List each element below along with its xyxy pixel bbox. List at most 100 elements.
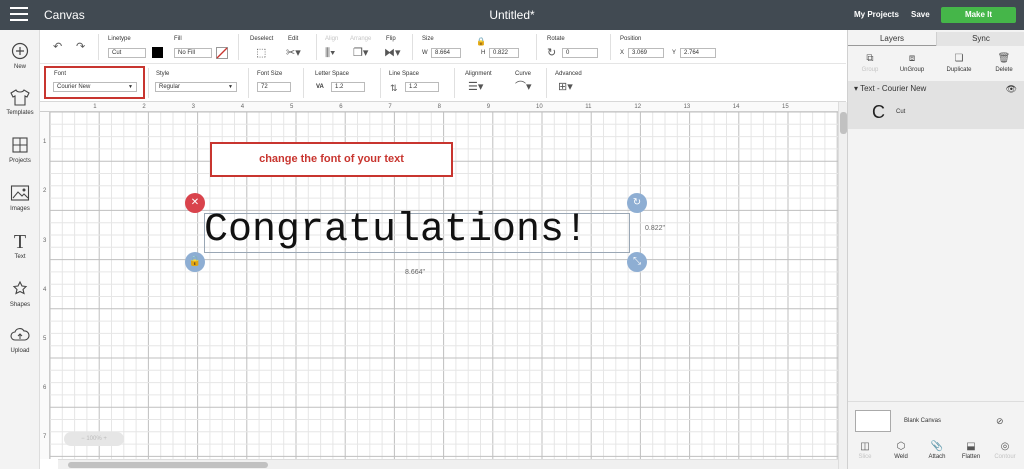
deselect-label: Deselect bbox=[250, 36, 274, 42]
fill-swatch-none-icon[interactable] bbox=[216, 47, 228, 59]
edit-label: Edit bbox=[288, 36, 299, 42]
resize-handle-icon[interactable]: ⤡ bbox=[627, 252, 647, 272]
ruler-tick-label: 2 bbox=[43, 188, 47, 195]
linetype-select[interactable]: Cut bbox=[108, 48, 146, 58]
edit-scissors-icon[interactable]: ✂▾ bbox=[286, 47, 301, 59]
align-left-icon[interactable]: ☰▾ bbox=[468, 81, 483, 93]
ruler-tick-label: 4 bbox=[240, 104, 245, 110]
undo-icon[interactable]: ↶ bbox=[53, 41, 62, 53]
weld-label: Weld bbox=[894, 454, 908, 460]
attach-label: Attach bbox=[928, 454, 946, 460]
width-label: W bbox=[422, 50, 428, 56]
canvas-text-object[interactable]: Congratulations! bbox=[204, 209, 630, 253]
style-label: Style bbox=[156, 71, 170, 77]
advanced-icon[interactable]: ⊞▾ bbox=[558, 81, 573, 93]
style-select[interactable]: Regular ▼ bbox=[155, 82, 237, 92]
fill-select[interactable]: No Fill bbox=[174, 48, 212, 58]
zoom-in-icon[interactable]: + bbox=[102, 436, 107, 442]
tab-layers[interactable]: Layers bbox=[848, 32, 936, 46]
attach-button[interactable]: 📎 Attach bbox=[920, 440, 954, 460]
layer-group-header[interactable]: ▾ Text - Courier New 👁 bbox=[848, 81, 1024, 97]
layer-item[interactable]: C Cut bbox=[848, 97, 1024, 129]
flatten-icon: ⬓ bbox=[966, 441, 976, 452]
delete-handle-icon[interactable]: ✕ bbox=[185, 193, 205, 213]
slice-button: ◫ Slice bbox=[848, 440, 882, 460]
weld-button[interactable]: ⬡ Weld bbox=[884, 440, 918, 460]
ruler-tick-label: 11 bbox=[585, 104, 592, 110]
line-space-input[interactable]: 1.2 bbox=[405, 82, 439, 92]
flatten-label: Flatten bbox=[961, 454, 981, 460]
ungroup-button[interactable]: ⧈ UnGroup bbox=[890, 52, 934, 73]
font-select[interactable]: Courier New ▼ bbox=[53, 82, 137, 92]
top-bar: Canvas Untitled* My Projects Save Make I… bbox=[0, 0, 1024, 30]
lock-handle-icon[interactable]: 🔒 bbox=[185, 252, 205, 272]
linetype-color-swatch[interactable] bbox=[152, 47, 163, 58]
slice-label: Slice bbox=[858, 454, 872, 460]
group-button: ⧉ Group bbox=[848, 52, 892, 73]
panel-tabs: Layers Sync bbox=[848, 32, 1024, 46]
sidebar-item-text[interactable]: T Text bbox=[0, 232, 40, 260]
ruler-tick-label: 6 bbox=[339, 104, 343, 110]
sidebar-item-images[interactable]: Images bbox=[0, 184, 40, 212]
layer-operation: Cut bbox=[896, 109, 906, 115]
eye-icon[interactable]: 👁 bbox=[1006, 81, 1017, 97]
delete-button[interactable]: 🗑 Delete bbox=[982, 52, 1024, 73]
font-tip-callout: change the font of your text bbox=[210, 142, 453, 177]
ungroup-icon: ⧈ bbox=[908, 53, 916, 64]
width-dimension: 8.664" bbox=[405, 269, 426, 276]
letter-space-label: Letter Space bbox=[315, 71, 350, 77]
flip-icon[interactable]: ⧓▾ bbox=[384, 47, 401, 59]
ruler-tick-label: 4 bbox=[43, 286, 47, 293]
sidebar-item-shapes[interactable]: Shapes bbox=[0, 280, 40, 308]
font-size-input[interactable]: 72 bbox=[257, 82, 291, 92]
ruler-tick-label: 1 bbox=[43, 139, 47, 146]
horizontal-scrollbar[interactable] bbox=[58, 459, 838, 469]
ruler-tick-label: 7 bbox=[388, 104, 392, 110]
delete-label: Delete bbox=[995, 67, 1013, 73]
plus-circle-icon bbox=[10, 42, 30, 62]
deselect-icon[interactable]: ⬚ bbox=[256, 47, 266, 59]
chevron-down-icon: ▼ bbox=[228, 84, 233, 90]
lock-icon[interactable]: 🔒 bbox=[476, 36, 486, 48]
shapes-icon bbox=[10, 280, 30, 300]
y-label: Y bbox=[672, 50, 677, 56]
ruler-tick-label: 15 bbox=[782, 104, 789, 110]
duplicate-button[interactable]: ❏ Duplicate bbox=[937, 52, 981, 73]
letter-space-input[interactable]: 1.2 bbox=[331, 82, 365, 92]
scrollbar-thumb[interactable] bbox=[68, 462, 268, 468]
width-input[interactable]: 8.664 bbox=[431, 48, 461, 58]
blank-canvas-row[interactable]: Blank Canvas ⊘ bbox=[848, 401, 1024, 439]
scrollbar-thumb[interactable] bbox=[840, 112, 847, 134]
sidebar-item-new[interactable]: New bbox=[0, 42, 40, 70]
tab-sync[interactable]: Sync bbox=[936, 32, 1024, 46]
zoom-control[interactable]: − 100% + bbox=[64, 432, 124, 446]
contour-icon: ◎ bbox=[1000, 441, 1010, 452]
sidebar-label-new: New bbox=[13, 64, 26, 70]
layers-panel: Layers Sync ⧉ Group ⧈ UnGroup ❏ Duplicate 🗑… bbox=[847, 30, 1024, 469]
design-canvas[interactable]: 1 2 3 4 5 6 7 8 9 10 11 12 13 14 15 1234567 change the… bbox=[40, 102, 838, 469]
rotate-handle-icon[interactable]: ↻ bbox=[627, 193, 647, 213]
layer-thumbnail: C bbox=[872, 102, 885, 122]
ruler-tick-label: 12 bbox=[634, 104, 642, 110]
rotate-input[interactable]: 0 bbox=[562, 48, 598, 58]
contour-label: Contour bbox=[994, 454, 1016, 460]
sidebar-item-upload[interactable]: Upload bbox=[0, 326, 40, 354]
blank-canvas-swatch[interactable] bbox=[855, 410, 891, 432]
make-it-button[interactable]: Make It bbox=[941, 7, 1016, 23]
line-space-label: Line Space bbox=[389, 71, 420, 77]
vertical-scrollbar[interactable] bbox=[838, 102, 847, 469]
height-input[interactable]: 0.822 bbox=[489, 48, 519, 58]
rotate-label: Rotate bbox=[547, 36, 565, 42]
curve-icon[interactable]: ⌒▾ bbox=[515, 81, 532, 93]
eye-hidden-icon[interactable]: ⊘ bbox=[996, 416, 1004, 427]
y-position-input[interactable]: 2.764 bbox=[680, 48, 716, 58]
redo-icon: ↷ bbox=[76, 41, 86, 53]
save-button[interactable]: Save bbox=[911, 10, 930, 19]
sidebar-item-templates[interactable]: Templates bbox=[0, 88, 40, 116]
x-position-input[interactable]: 3.069 bbox=[628, 48, 664, 58]
sidebar-item-projects[interactable]: Projects bbox=[0, 136, 40, 164]
flatten-button[interactable]: ⬓ Flatten bbox=[954, 440, 988, 460]
ruler-tick-label: 8 bbox=[437, 104, 441, 110]
x-label: X bbox=[620, 50, 625, 56]
my-projects-link[interactable]: My Projects bbox=[854, 10, 899, 19]
